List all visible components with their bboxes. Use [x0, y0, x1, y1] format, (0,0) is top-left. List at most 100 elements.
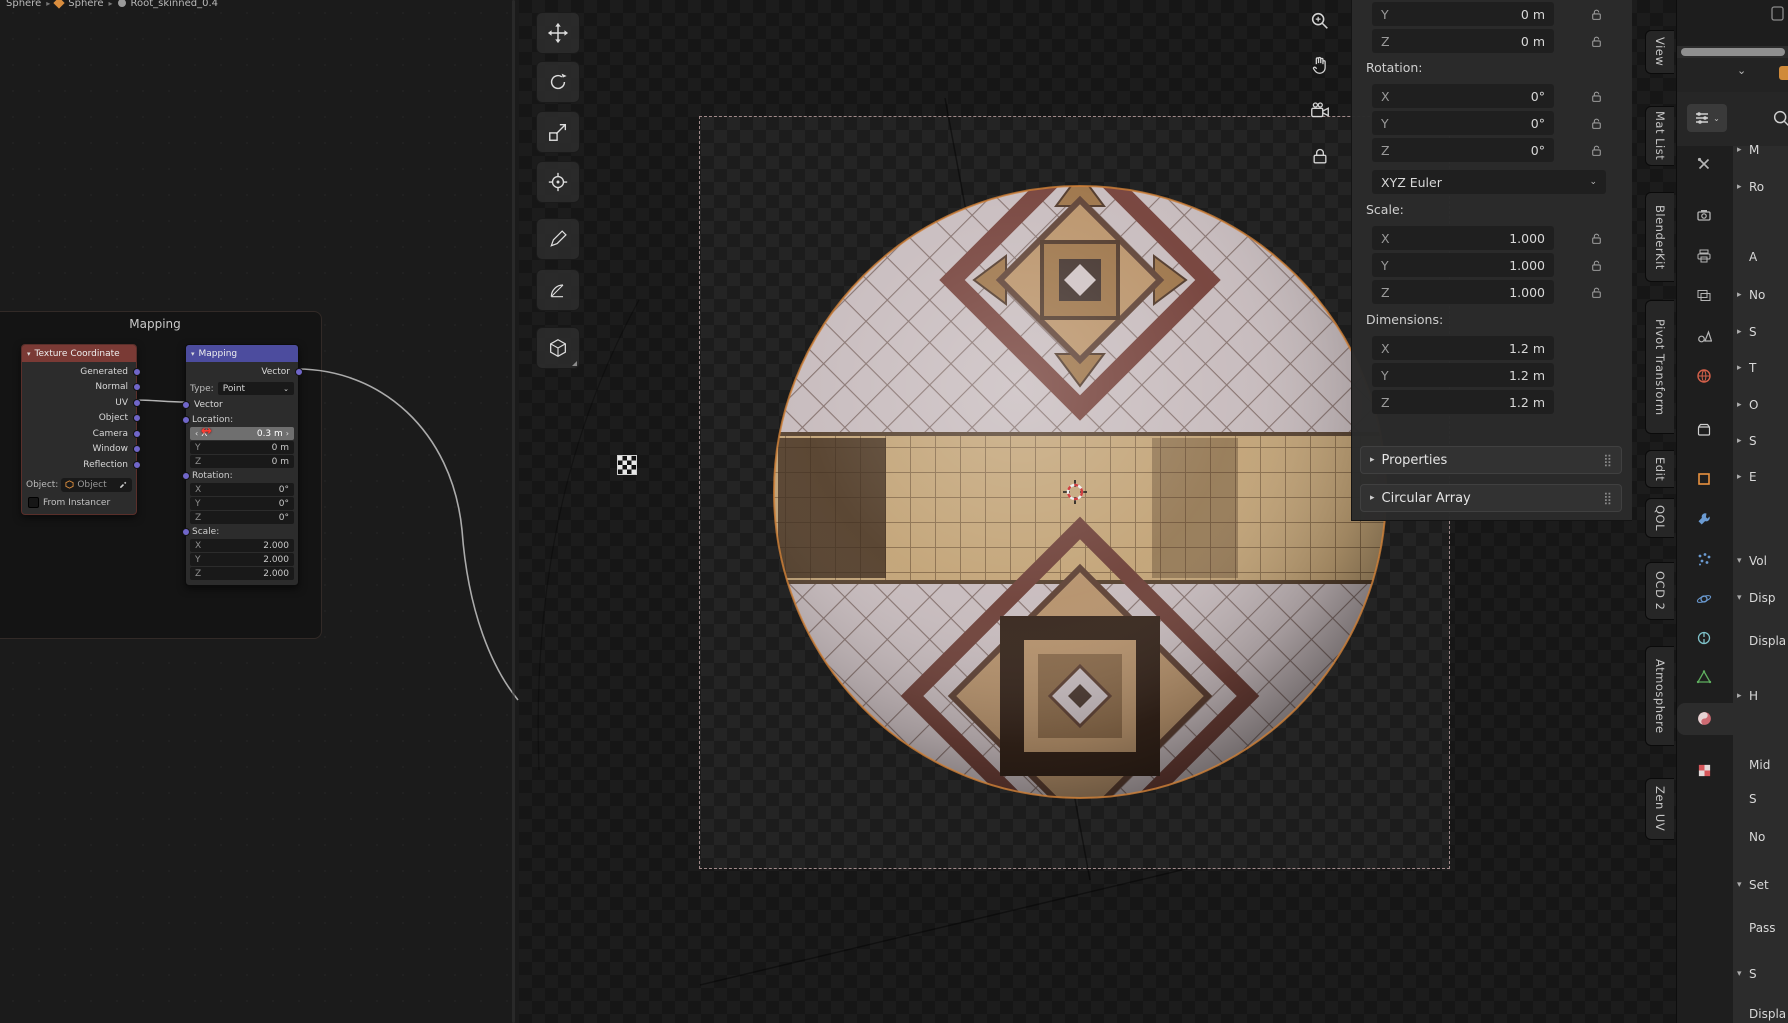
tab-view-layer[interactable]	[1689, 282, 1719, 308]
panel-label[interactable]: ▸T	[1737, 359, 1788, 377]
tab-object[interactable]	[1689, 466, 1719, 492]
collapse-icon[interactable]: ▾	[191, 350, 195, 358]
object-output-socket[interactable]	[133, 414, 141, 422]
panel-label[interactable]: ▸H	[1737, 687, 1788, 705]
sidebar-tab-atmosphere[interactable]: Atmosphere	[1645, 646, 1674, 746]
panel-label[interactable]: ▸O	[1737, 396, 1788, 414]
vector-output-socket[interactable]	[295, 368, 303, 376]
sidebar-tab-zen-uv[interactable]: Zen UV	[1645, 778, 1674, 840]
object-field[interactable]: Object	[61, 478, 132, 492]
tab-object-data[interactable]	[1689, 664, 1719, 690]
tab-output[interactable]	[1689, 243, 1719, 269]
increment-arrow-icon[interactable]: ›	[286, 429, 289, 438]
sidebar-tab-edit[interactable]: Edit	[1645, 450, 1674, 488]
drag-handle-icon[interactable]: ⣿	[1603, 453, 1612, 467]
tab-scene[interactable]	[1689, 323, 1719, 349]
circular-array-panel-header[interactable]: ▸ Circular Array ⣿	[1360, 484, 1622, 512]
type-dropdown[interactable]: Point ⌄	[218, 382, 294, 395]
location-input-socket[interactable]	[182, 416, 190, 424]
dimension-z-field[interactable]: Z1.2 m	[1372, 390, 1554, 414]
sidebar-tab-qol[interactable]: QOL	[1645, 498, 1674, 538]
tab-render[interactable]	[1689, 202, 1719, 228]
scale-input-socket[interactable]	[182, 528, 190, 536]
lock-button[interactable]	[1586, 84, 1606, 108]
tab-texture[interactable]	[1689, 757, 1719, 783]
rotate-tool-button[interactable]	[536, 61, 580, 103]
chevron-down-icon[interactable]: ⌄	[1737, 64, 1746, 77]
rotation-input-socket[interactable]	[182, 472, 190, 480]
image-marker-icon[interactable]	[617, 455, 637, 475]
tab-particles[interactable]	[1689, 546, 1719, 572]
collapse-icon[interactable]: ▾	[27, 350, 31, 358]
panel-label[interactable]: ▸S	[1737, 323, 1788, 341]
decrement-arrow-icon[interactable]: ‹	[195, 429, 198, 438]
scale-z-field[interactable]: Z1.000	[1372, 280, 1554, 304]
camera-view-button[interactable]	[1307, 98, 1333, 124]
uv-output-socket[interactable]	[133, 399, 141, 407]
zoom-button[interactable]	[1307, 8, 1333, 34]
panel-label[interactable]: ▾Vol	[1737, 552, 1788, 570]
tab-world[interactable]	[1689, 363, 1719, 389]
panel-label[interactable]: ▸M	[1737, 141, 1788, 159]
properties-panel-header[interactable]: ▸ Properties ⣿	[1360, 446, 1622, 474]
lock-button[interactable]	[1586, 253, 1606, 277]
rotation-y-field[interactable]: Y0°	[1372, 111, 1554, 135]
texture-coordinate-node-header[interactable]: ▾ Texture Coordinate	[22, 345, 136, 362]
measure-tool-button[interactable]	[536, 269, 580, 311]
add-cube-tool-button[interactable]	[536, 327, 580, 369]
dimension-y-field[interactable]: Y1.2 m	[1372, 363, 1554, 387]
sidebar-tab-pivot-transform[interactable]: Pivot Transform	[1645, 300, 1674, 434]
location-y-field[interactable]: Y0 m	[1372, 2, 1554, 26]
tab-modifiers[interactable]	[1689, 506, 1719, 532]
normal-output-socket[interactable]	[133, 383, 141, 391]
editor-type-button[interactable]: ⌄	[1687, 104, 1727, 132]
panel-label[interactable]: ▸Ro	[1737, 178, 1788, 196]
tab-collection[interactable]	[1689, 417, 1719, 443]
panel-label[interactable]: ▾S	[1737, 965, 1788, 983]
rotation-y-field[interactable]: Y0°	[190, 497, 294, 510]
horizontal-scrollbar[interactable]	[1681, 48, 1785, 56]
scale-x-field[interactable]: X2.000	[190, 539, 294, 552]
breadcrumb-item[interactable]: Sphere	[68, 0, 103, 9]
lock-button[interactable]	[1586, 2, 1606, 26]
location-z-field[interactable]: Z0 m	[190, 455, 294, 468]
editor-type-icon[interactable]	[1771, 6, 1785, 22]
search-icon[interactable]	[1771, 108, 1788, 130]
rotation-x-field[interactable]: X0°	[1372, 84, 1554, 108]
rotation-mode-dropdown[interactable]: XYZ Euler ⌄	[1372, 170, 1606, 194]
texture-coordinate-node[interactable]: ▾ Texture Coordinate Generated Normal UV…	[21, 344, 137, 515]
lock-button[interactable]	[1586, 29, 1606, 53]
dimension-x-field[interactable]: X1.2 m	[1372, 336, 1554, 360]
tab-constraints[interactable]	[1689, 625, 1719, 651]
orange-item-icon[interactable]	[1779, 66, 1788, 80]
panel-label[interactable]: ▸S	[1737, 432, 1788, 450]
transform-tool-button[interactable]	[536, 161, 580, 203]
camera-output-socket[interactable]	[133, 430, 141, 438]
node-editor-scrollbar[interactable]	[512, 0, 515, 1023]
from-instancer-checkbox[interactable]: From Instancer	[22, 495, 136, 511]
scale-y-field[interactable]: Y1.000	[1372, 253, 1554, 277]
tab-physics[interactable]	[1689, 586, 1719, 612]
scale-x-field[interactable]: X1.000	[1372, 226, 1554, 250]
panel-label[interactable]: ▾Disp	[1737, 589, 1788, 607]
scale-z-field[interactable]: Z2.000	[190, 567, 294, 580]
mapping-node-header[interactable]: ▾ Mapping	[186, 345, 298, 362]
vector-input-socket[interactable]	[182, 401, 190, 409]
sidebar-tab-blenderkit[interactable]: BlenderKit	[1645, 192, 1674, 282]
panel-label[interactable]: ▸No	[1737, 286, 1788, 304]
window-output-socket[interactable]	[133, 445, 141, 453]
tab-tool[interactable]	[1689, 151, 1719, 177]
reflection-output-socket[interactable]	[133, 461, 141, 469]
scale-tool-button[interactable]	[536, 111, 580, 153]
sidebar-tab-view[interactable]: View	[1645, 30, 1674, 74]
lock-button[interactable]	[1586, 226, 1606, 250]
rotation-x-field[interactable]: X0°	[190, 483, 294, 496]
generated-output-socket[interactable]	[133, 368, 141, 376]
sidebar-tab-mat-list[interactable]: Mat List	[1645, 106, 1674, 166]
location-y-field[interactable]: Y0 m	[190, 441, 294, 454]
mapping-node[interactable]: ▾ Mapping Vector Type: Point ⌄ Vect	[185, 344, 299, 586]
panel-label[interactable]: ▾Set	[1737, 876, 1788, 894]
drag-handle-icon[interactable]: ⣿	[1603, 491, 1612, 505]
lock-button[interactable]	[1586, 111, 1606, 135]
lock-button[interactable]	[1586, 280, 1606, 304]
